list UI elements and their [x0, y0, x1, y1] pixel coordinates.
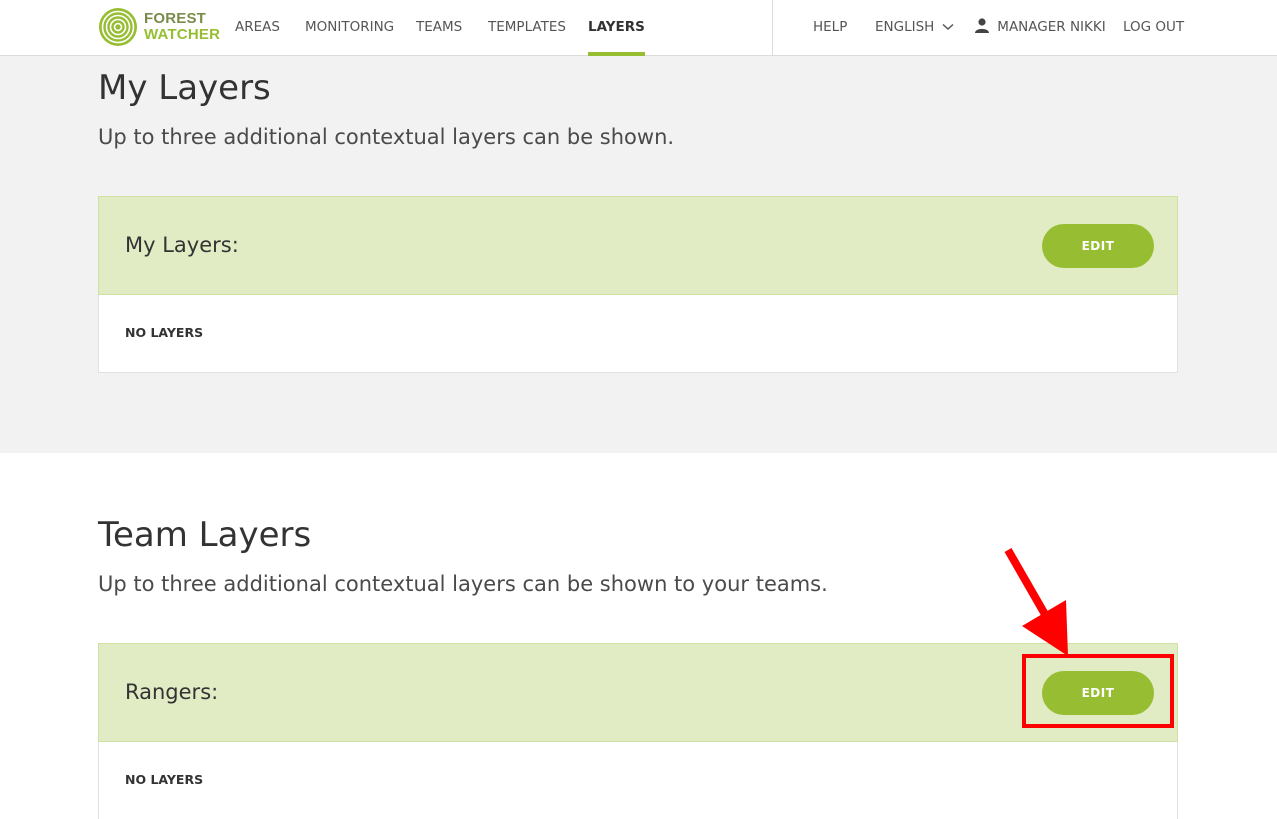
- help-link[interactable]: HELP: [813, 0, 847, 56]
- nav-templates-label: TEMPLATES: [488, 19, 566, 35]
- logo-wordmark: FOREST WATCHER: [144, 11, 220, 43]
- nav-monitoring[interactable]: MONITORING: [305, 0, 394, 56]
- user-name: MANAGER NIKKI: [997, 19, 1106, 35]
- my-layers-title: My Layers: [98, 68, 271, 108]
- logout-label: LOG OUT: [1123, 19, 1185, 35]
- nav-teams[interactable]: TEAMS: [416, 0, 462, 56]
- nav-areas[interactable]: AREAS: [235, 0, 280, 56]
- annotation-arrow-icon: [1004, 548, 1068, 656]
- nav-monitoring-label: MONITORING: [305, 19, 395, 35]
- rangers-empty-text: NO LAYERS: [125, 772, 204, 787]
- language-dropdown[interactable]: ENGLISH: [875, 0, 954, 56]
- nav-templates[interactable]: TEMPLATES: [488, 0, 566, 56]
- team-layers-subtitle: Up to three additional contextual layers…: [98, 572, 828, 596]
- my-layers-empty-text: NO LAYERS: [125, 325, 204, 340]
- my-layers-card-label: My Layers:: [125, 233, 239, 257]
- logo-line-1: FOREST: [144, 10, 207, 27]
- help-label: HELP: [813, 19, 848, 35]
- team-layers-title: Team Layers: [98, 515, 312, 555]
- top-navigation-bar: FOREST WATCHER AREAS MONITORING TEAMS TE…: [0, 0, 1277, 56]
- nav-divider: [772, 0, 773, 56]
- nav-layers-label: LAYERS: [588, 19, 645, 35]
- rangers-card-label: Rangers:: [125, 680, 219, 704]
- forest-watcher-logo-icon: [99, 8, 137, 46]
- annotation-highlight-box: [1022, 654, 1174, 728]
- my-layers-edit-button[interactable]: EDIT: [1042, 224, 1154, 268]
- my-layers-card-header: My Layers: EDIT: [98, 196, 1178, 295]
- logout-link[interactable]: LOG OUT: [1123, 0, 1184, 56]
- forest-watcher-logo[interactable]: FOREST WATCHER: [98, 6, 220, 48]
- nav-layers[interactable]: LAYERS: [588, 0, 645, 56]
- my-layers-subtitle: Up to three additional contextual layers…: [98, 125, 675, 149]
- nav-teams-label: TEAMS: [416, 19, 463, 35]
- user-menu[interactable]: MANAGER NIKKI: [975, 0, 1106, 56]
- my-layers-card-body: NO LAYERS: [98, 295, 1178, 373]
- language-label: ENGLISH: [875, 19, 935, 35]
- logo-line-2: WATCHER: [144, 26, 221, 43]
- chevron-down-icon: [942, 23, 954, 31]
- user-icon: [975, 18, 989, 33]
- rangers-card-body: NO LAYERS: [98, 742, 1178, 819]
- nav-areas-label: AREAS: [235, 19, 280, 35]
